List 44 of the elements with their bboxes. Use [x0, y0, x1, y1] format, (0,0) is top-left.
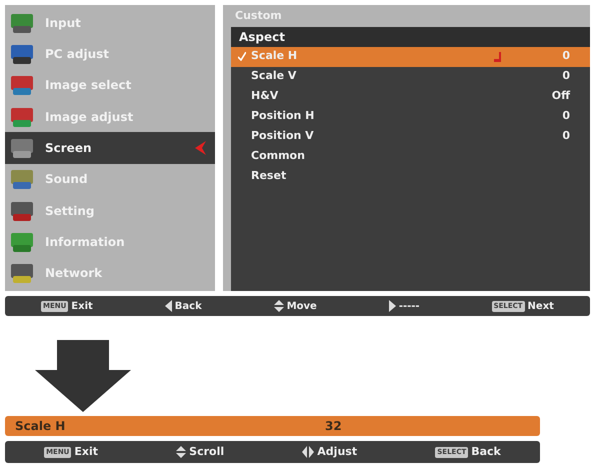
submenu-item[interactable]: H&V Off: [231, 86, 590, 106]
submenu-item[interactable]: Scale V 0: [231, 66, 590, 86]
setting-value: Off: [552, 88, 570, 104]
hint-label: Back: [174, 300, 202, 314]
hint-label: -----: [398, 300, 420, 314]
right-arrow-icon: [388, 300, 396, 312]
menu-item[interactable]: Sound: [5, 164, 215, 195]
setting-value: 0: [562, 108, 570, 124]
submenu-title: Custom: [234, 8, 283, 24]
menu-icon: [9, 261, 35, 286]
menu-icon: [9, 73, 35, 98]
left-right-arrow-icon: [302, 446, 314, 458]
menu-item[interactable]: Information: [5, 226, 215, 258]
hint-label: Exit: [71, 300, 93, 314]
adjust-label: Scale H: [15, 418, 66, 435]
submenu-item[interactable]: Position V 0: [231, 126, 590, 146]
setting-value: 0: [562, 128, 570, 144]
menu-item[interactable]: Input: [5, 7, 215, 38]
menu-item[interactable]: Setting: [5, 194, 215, 226]
menu-item[interactable]: PC adjust: [5, 38, 215, 70]
up-down-arrow-icon: [274, 300, 284, 312]
up-down-arrow-icon: [176, 446, 186, 458]
setting-value: 0: [562, 48, 570, 64]
menu-item[interactable]: Image adjust: [5, 100, 215, 132]
hint-label: Scroll: [189, 444, 224, 460]
hint-label: Adjust: [317, 444, 358, 460]
left-arrow-icon: [164, 300, 172, 312]
submenu-header: Aspect: [231, 26, 590, 46]
down-arrow-icon: [35, 340, 131, 412]
hint-label: Exit: [74, 444, 98, 460]
hint-label: Back: [471, 444, 501, 460]
setting-value: 0: [562, 68, 570, 84]
hint-label: Move: [286, 300, 317, 314]
submenu-item[interactable]: Position H 0: [231, 106, 590, 126]
submenu-item[interactable]: Common: [231, 146, 590, 166]
menu-item[interactable]: Network: [5, 258, 215, 289]
menu-icon: [9, 167, 35, 192]
hint-label: Next: [528, 300, 554, 314]
menu-item[interactable]: Screen: [5, 132, 215, 164]
chevron-icon: [195, 140, 207, 155]
menu-item[interactable]: Image select: [5, 70, 215, 101]
adjust-value: 32: [325, 418, 342, 435]
submenu-item[interactable]: Reset: [231, 166, 590, 186]
submenu-item[interactable]: Scale H 0: [231, 46, 590, 66]
